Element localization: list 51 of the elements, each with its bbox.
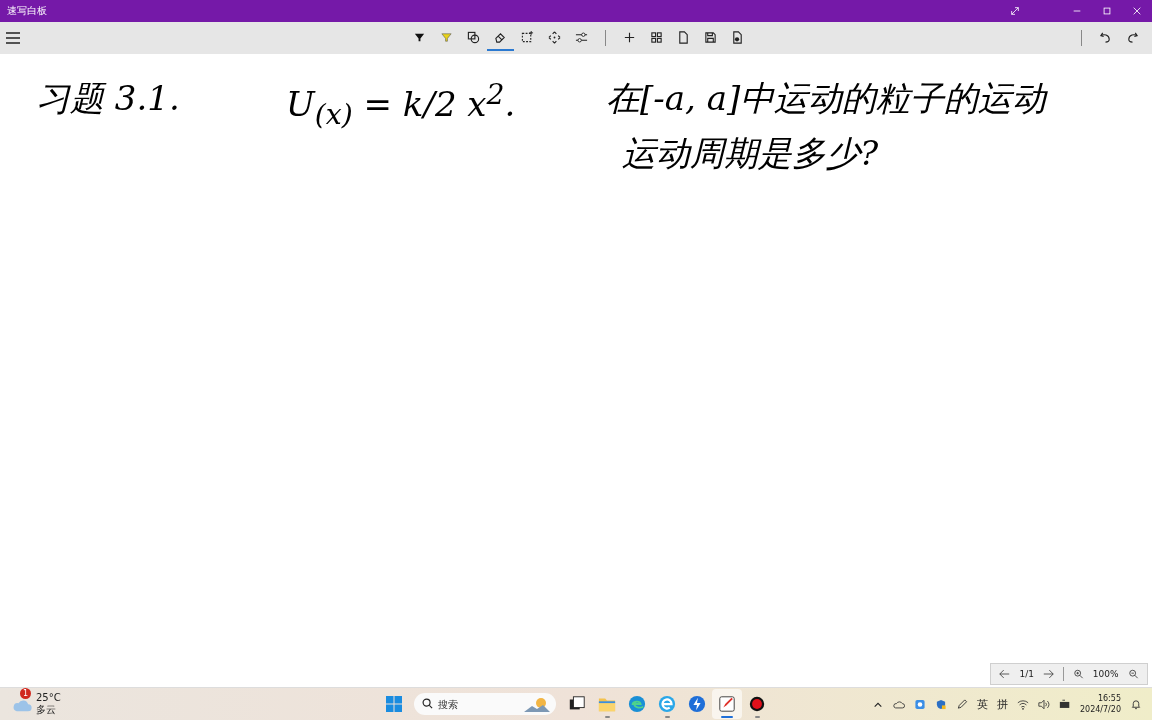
clock-time[interactable]: 16:55	[1097, 693, 1121, 704]
move-icon	[548, 30, 561, 44]
clock-date[interactable]: 2024/7/20	[1079, 704, 1121, 715]
temperature: 25°C	[36, 692, 61, 704]
battery-icon[interactable]	[1058, 698, 1071, 710]
handwritten-text: 运动周期是多少?	[621, 132, 880, 174]
wifi-icon[interactable]	[1016, 698, 1029, 710]
input-language[interactable]: 英	[976, 696, 988, 712]
lightning-icon	[688, 695, 706, 713]
shapes-icon	[467, 30, 480, 44]
search-field[interactable]: 搜索	[414, 693, 556, 715]
zoom-in-icon[interactable]	[1072, 669, 1084, 679]
redo-icon	[1126, 30, 1139, 44]
start-icon[interactable]	[386, 696, 402, 712]
window-title: 速写白板	[7, 4, 47, 18]
running-indicator	[721, 716, 733, 718]
speaker-icon[interactable]	[1037, 698, 1050, 710]
zoom-out-icon[interactable]	[1127, 669, 1139, 679]
document-export-icon	[731, 30, 744, 44]
eraser-icon	[494, 30, 507, 44]
running-indicator	[604, 716, 610, 718]
browser-e-icon	[658, 695, 676, 713]
whiteboard-icon	[718, 695, 736, 713]
search-icon	[422, 698, 433, 709]
zoom-level: 100%	[1092, 669, 1119, 679]
page-counter: 1/1	[1019, 669, 1034, 679]
arrow-right-icon[interactable]	[1042, 669, 1054, 679]
notification-badge: 1	[20, 688, 31, 699]
bell-icon[interactable]	[1130, 698, 1142, 710]
handwritten-text: 习题 3.1.	[36, 78, 181, 119]
grid-icon	[650, 30, 663, 44]
plus-icon	[623, 30, 636, 44]
save-icon	[704, 30, 717, 44]
app-tray-icon[interactable]	[913, 698, 926, 710]
undo-icon	[1099, 30, 1112, 44]
running-indicator	[664, 716, 670, 718]
record-icon	[748, 695, 766, 713]
cloud-icon[interactable]	[892, 698, 905, 710]
shield-icon[interactable]	[934, 698, 947, 710]
weather-condition: 多云	[36, 704, 57, 716]
selection-icon	[521, 30, 534, 44]
handwritten-text: 在[-a, a]中运动的粒子的运动	[606, 78, 1047, 119]
sliders-icon	[575, 30, 588, 44]
landscape-icon	[524, 696, 550, 712]
arrow-left-icon[interactable]	[999, 669, 1011, 679]
page-icon	[677, 30, 690, 44]
running-indicator	[754, 716, 760, 718]
browser-icon	[628, 695, 646, 713]
handwritten-text: U$_{(x)}$ = k/2 x$^{2}$.	[286, 78, 517, 133]
menu-icon[interactable]	[6, 32, 20, 44]
input-method[interactable]: 拼	[996, 696, 1008, 712]
